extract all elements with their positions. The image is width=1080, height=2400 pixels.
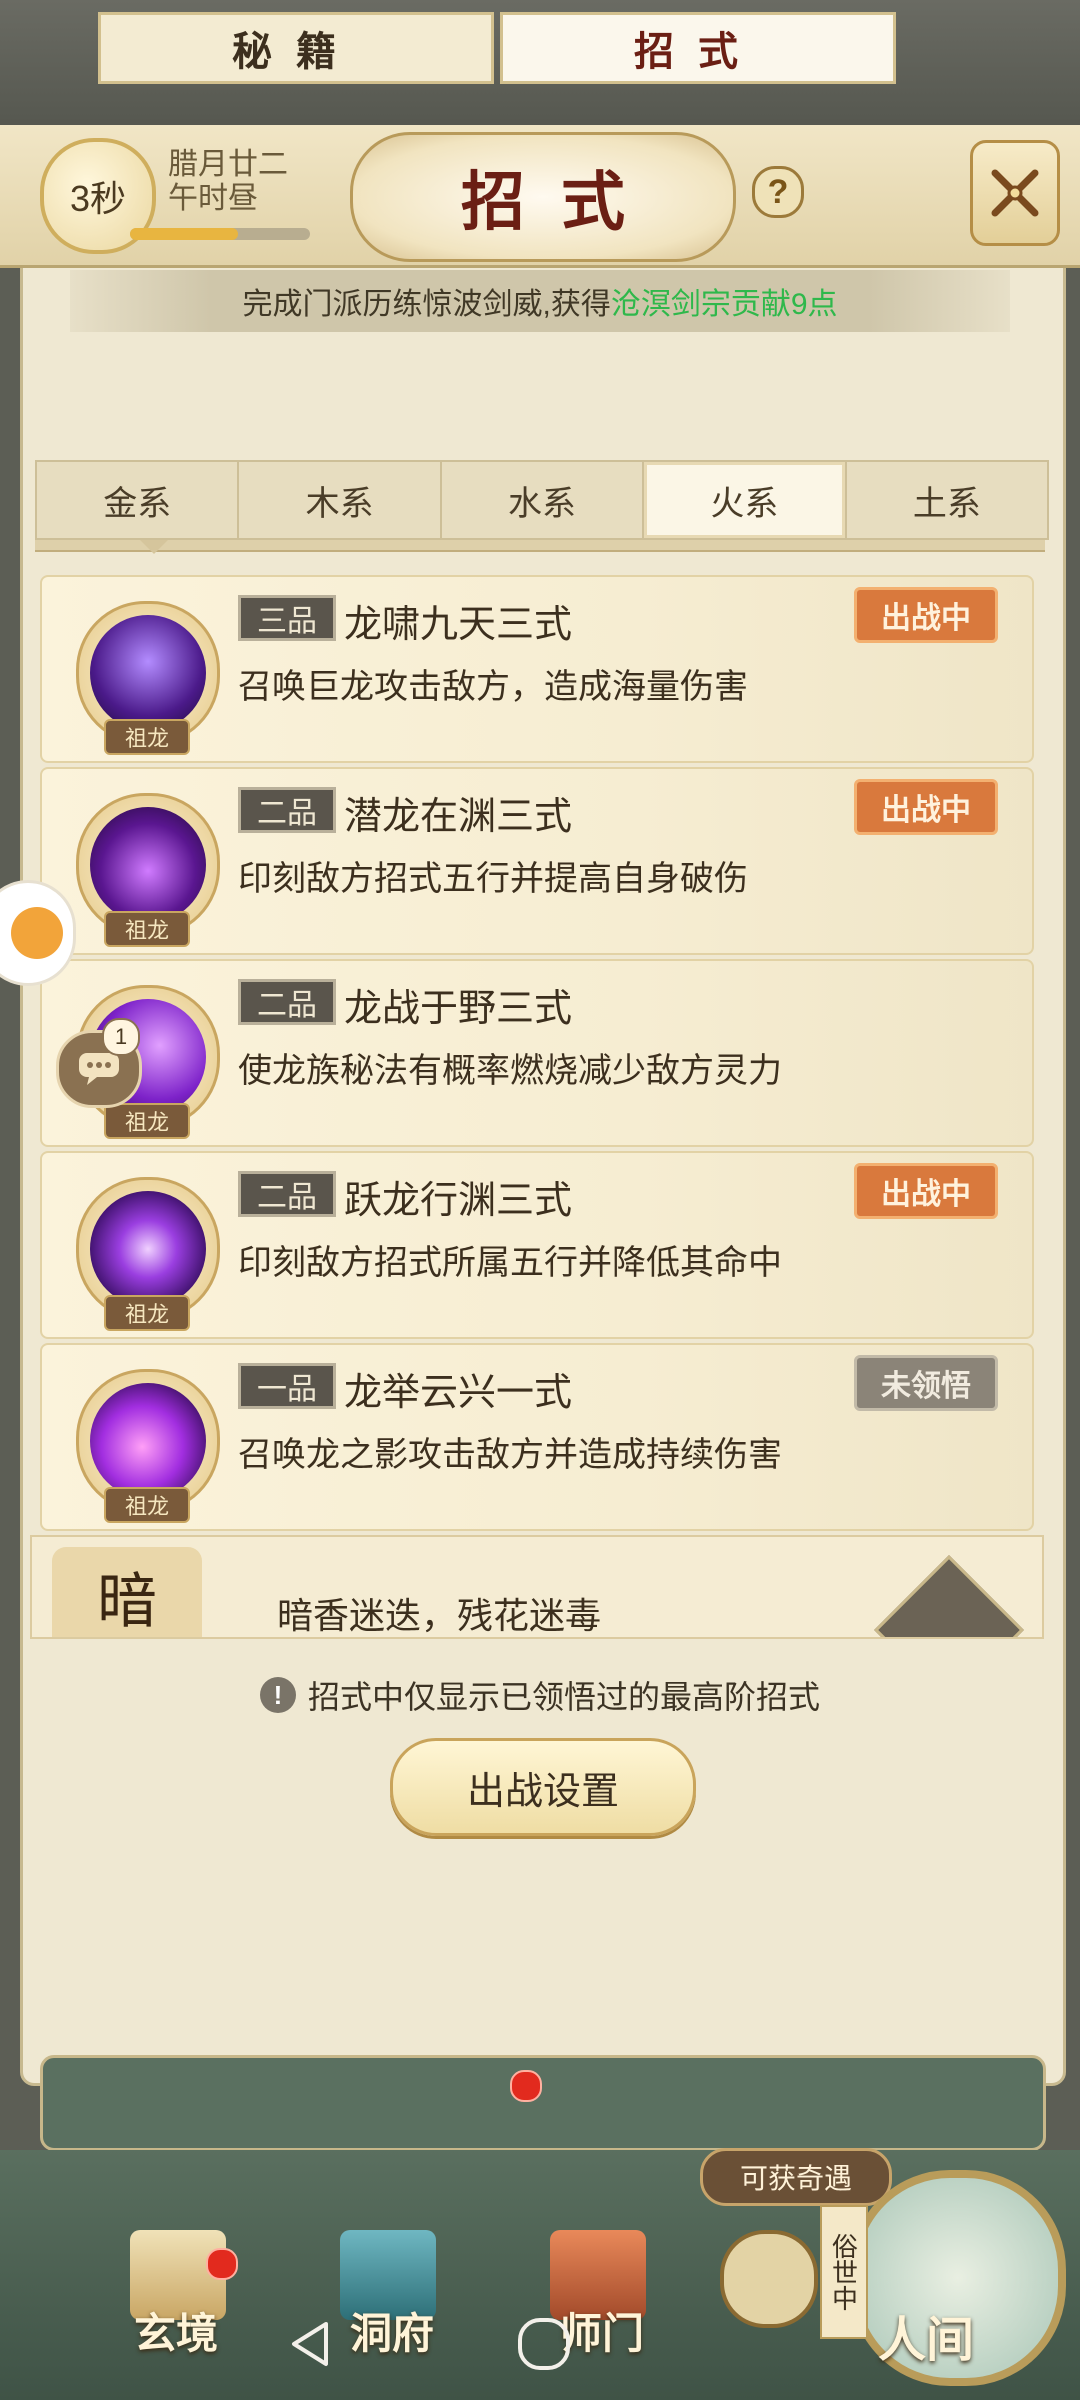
skill-description: 印刻敌方招式五行并提高自身破伤 — [238, 860, 748, 898]
status-badge: 未领悟 — [854, 1355, 998, 1411]
status-badge: 出战中 — [854, 779, 998, 835]
grade-badge: 二品 — [238, 979, 336, 1025]
timer-text: 3秒 — [69, 178, 127, 219]
tab-underline — [35, 540, 1045, 552]
grade-badge: 三品 — [238, 595, 336, 641]
bag-icon[interactable] — [720, 2230, 818, 2328]
dragon-skill-icon — [90, 1191, 206, 1307]
skill-description: 印刻敌方招式所属五行并降低其命中 — [238, 1244, 782, 1282]
time-of-day-text: 午时昼 — [168, 182, 258, 215]
skill-description: 使龙族秘法有概率燃烧减少敌方灵力 — [238, 1052, 782, 1090]
system-back-icon[interactable] — [288, 2320, 332, 2368]
nav-renjian[interactable]: 人间 — [878, 2300, 974, 2370]
skill-card[interactable]: 祖龙 二品 跃龙行渊三式 印刻敌方招式所属五行并降低其命中 出战中 — [40, 1151, 1034, 1339]
tab-manuals[interactable]: 秘籍 — [98, 12, 494, 84]
skill-name: 跃龙行渊三式 — [344, 1180, 573, 1222]
seal-icon: 暗 — [52, 1547, 202, 1637]
system-home-icon[interactable] — [518, 2318, 570, 2370]
opportunity-badge[interactable]: 可获奇遇 — [700, 2148, 892, 2206]
close-icon — [991, 169, 1039, 217]
notification-dot — [510, 2070, 542, 2102]
skill-tag: 祖龙 — [104, 719, 190, 755]
page-title: 招式 — [461, 165, 661, 240]
close-button[interactable] — [970, 140, 1060, 246]
skill-name: 潜龙在渊三式 — [344, 796, 573, 838]
skill-tag: 祖龙 — [104, 1487, 190, 1523]
element-tabs: 金系 木系 水系 火系 土系 — [35, 460, 1049, 540]
emblem-icon — [874, 1555, 1024, 1637]
tab-pointer-icon — [140, 540, 168, 554]
skill-description: 召唤巨龙攻击敌方，造成海量伤害 — [238, 668, 748, 706]
chat-icon — [79, 1053, 119, 1085]
status-badge: 出战中 — [854, 587, 998, 643]
nav-notification-dot — [206, 2248, 238, 2280]
skill-name: 龙啸九天三式 — [344, 604, 573, 646]
dragon-skill-icon — [90, 807, 206, 923]
skill-description: 召唤龙之影攻击敌方并造成持续伤害 — [238, 1436, 782, 1474]
dragon-skill-icon — [90, 615, 206, 731]
tab-moves[interactable]: 招式 — [500, 12, 896, 84]
skill-card[interactable]: 祖龙 二品 潜龙在渊三式 印刻敌方招式五行并提高自身破伤 出战中 — [40, 767, 1034, 955]
nav-xuanjing[interactable]: 玄境 — [134, 2300, 218, 2361]
grade-badge: 二品 — [238, 787, 336, 833]
status-badge: 出战中 — [854, 1163, 998, 1219]
notice-highlight: 沧溟剑宗贡献9点 — [610, 288, 838, 321]
tab-water[interactable]: 水系 — [442, 462, 645, 538]
bottom-tab-bar — [40, 2055, 1046, 2151]
nav-dongfu[interactable]: 洞府 — [350, 2300, 434, 2361]
skill-card[interactable]: 祖龙 三品 龙啸九天三式 召唤巨龙攻击敌方，造成海量伤害 出战中 — [40, 575, 1034, 763]
notice-text: 完成门派历练惊波剑威,获得 — [242, 288, 611, 321]
help-button[interactable]: ? — [752, 166, 804, 218]
tab-wood[interactable]: 木系 — [239, 462, 442, 538]
partial-description: 暗香迷迭，残花迷毒 — [277, 1595, 602, 1636]
grade-badge: 一品 — [238, 1363, 336, 1409]
info-icon: ! — [259, 1677, 296, 1713]
skill-card[interactable]: 祖龙 一品 龙举云兴一式 召唤龙之影攻击敌方并造成持续伤害 未领悟 — [40, 1343, 1034, 1531]
time-progress-fill — [130, 228, 238, 240]
seal-text: 暗 — [97, 1567, 157, 1637]
skill-tag: 祖龙 — [104, 1103, 190, 1139]
dragon-skill-icon — [90, 1383, 206, 1499]
hint-text: 招式中仅显示已领悟过的最高阶招式 — [307, 1679, 820, 1715]
hint-row: ! 招式中仅显示已领悟过的最高阶招式 — [0, 1672, 1080, 1718]
gamepad-icon — [11, 907, 63, 959]
nav-shimen[interactable]: 师门 — [560, 2300, 644, 2361]
title-plate: 招式 — [350, 132, 736, 262]
skill-tag: 祖龙 — [104, 1295, 190, 1331]
grade-badge: 二品 — [238, 1171, 336, 1217]
question-icon: ? — [767, 172, 789, 211]
date-text: 腊月廿二 — [168, 148, 288, 181]
world-status-label: 俗世中 — [820, 2205, 868, 2339]
chat-count-badge: 1 — [102, 1018, 140, 1056]
skill-list: 祖龙 三品 龙啸九天三式 召唤巨龙攻击敌方，造成海量伤害 出战中 祖龙 二品 潜… — [40, 575, 1040, 1635]
skill-tag: 祖龙 — [104, 911, 190, 947]
skill-card[interactable]: 祖龙 二品 龙战于野三式 使龙族秘法有概率燃烧减少敌方灵力 — [40, 959, 1034, 1147]
skill-name: 龙战于野三式 — [344, 988, 573, 1030]
tab-fire[interactable]: 火系 — [644, 462, 847, 538]
time-progress-bar — [130, 228, 310, 240]
battle-settings-button[interactable]: 出战设置 — [390, 1738, 696, 1836]
tab-earth[interactable]: 土系 — [847, 462, 1047, 538]
skill-name: 龙举云兴一式 — [344, 1372, 573, 1414]
notice-banner: 完成门派历练惊波剑威,获得 沧溟剑宗贡献9点 — [70, 270, 1010, 332]
tab-metal[interactable]: 金系 — [37, 462, 240, 538]
partial-skill-card[interactable]: 暗 暗香迷迭，残花迷毒 — [30, 1535, 1044, 1639]
